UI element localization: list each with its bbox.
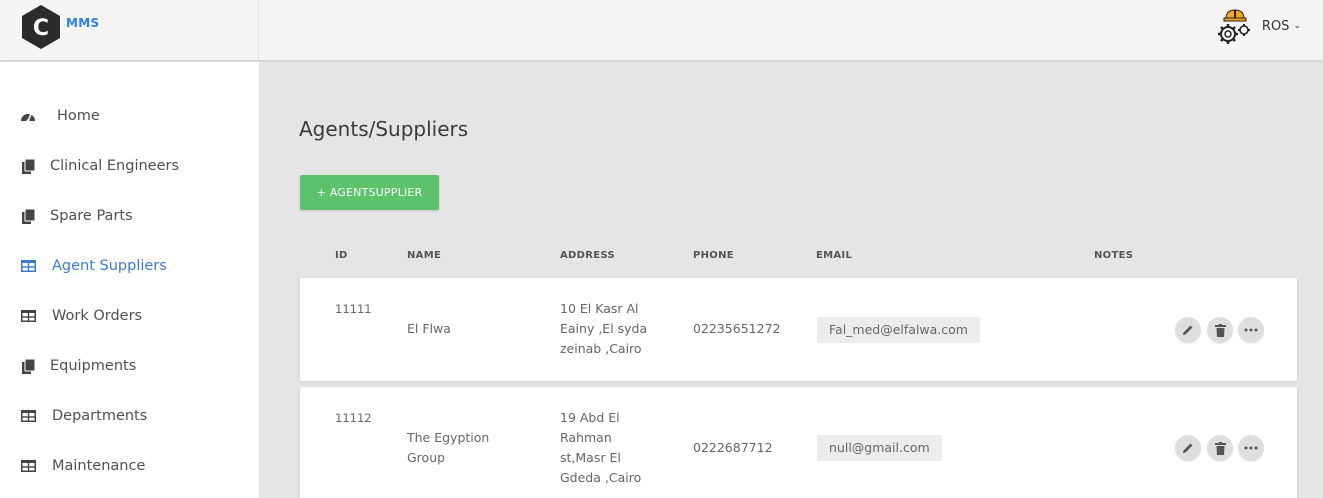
copy-icon [20,358,36,374]
sidebar-item-label: Equipments [50,358,137,374]
sidebar-item-home[interactable]: Home [0,96,259,136]
sidebar-item-label: Departments [52,408,148,424]
sidebar-item-label: Maintenance [52,458,146,474]
chevron-down-icon: ⌄ [1293,21,1301,31]
table-row[interactable]: 11111 El Flwa 10 El Kasr Al Eainy ,El sy… [300,278,1297,381]
address-line: Rahman [560,430,612,445]
edit-button[interactable] [1175,435,1201,461]
sidebar-item-label: Clinical Engineers [50,158,180,174]
more-options-button[interactable] [1238,317,1264,343]
cell-phone: 0222687712 [693,440,773,455]
cell-name: El Flwa [407,321,451,336]
sidebar-item-clinical-engineers[interactable]: Clinical Engineers [0,146,259,186]
table-icon [20,258,36,274]
engineer-gears-icon [1217,9,1250,44]
user-name: ROS [1261,18,1290,34]
sidebar-item-maintenance[interactable]: Maintenance [0,446,259,486]
sidebar-item-agent-suppliers[interactable]: Agent Suppliers [0,246,259,286]
address-line: zeinab ,Cairo [560,341,642,356]
cell-email[interactable]: Fal_med@elfalwa.com [817,317,980,343]
table-icon [20,458,36,474]
cell-phone: 02235651272 [693,321,781,336]
logo-area[interactable]: C MMS [0,0,259,60]
cell-name: The Egyption Group [407,428,489,468]
address-line: st,Masr El [560,450,621,465]
column-header-phone[interactable]: PHONE [693,250,734,261]
sidebar-item-spare-parts[interactable]: Spare Parts [0,196,259,236]
cell-address: 10 El Kasr Al Eainy ,El syda zeinab ,Cai… [560,299,647,359]
copy-icon [20,158,36,174]
pencil-icon [1183,443,1193,453]
sidebar-item-label: Spare Parts [50,208,133,224]
more-horizontal-icon [1244,446,1258,450]
trash-icon [1214,441,1226,455]
more-horizontal-icon [1244,328,1258,332]
cell-id: 11112 [335,411,372,425]
name-line: The Egyption [407,430,490,445]
column-header-id[interactable]: ID [335,250,348,261]
add-agent-supplier-button[interactable]: + AGENTSUPPLIER [300,175,439,210]
sidebar-item-label: Agent Suppliers [52,258,167,274]
sidebar-item-label: Home [57,108,100,124]
cell-id: 11111 [335,302,372,316]
address-line: 10 El Kasr Al [560,301,639,316]
logo-hexagon-icon: C [22,5,60,49]
name-line: Group [407,450,446,465]
trash-icon [1214,323,1226,337]
sidebar-item-departments[interactable]: Departments [0,396,259,436]
delete-button[interactable] [1207,435,1233,461]
logo-letter: C [33,16,49,41]
sidebar-item-label: Work Orders [52,308,143,324]
address-line: Eainy ,El syda [560,321,648,336]
column-header-name[interactable]: NAME [407,250,441,261]
cell-email[interactable]: null@gmail.com [817,435,942,461]
column-header-address[interactable]: ADDRESS [560,250,615,261]
column-header-notes[interactable]: NOTES [1094,250,1133,261]
page-title: Agents/Suppliers [299,117,469,141]
cell-address: 19 Abd El Rahman st,Masr El Gdeda ,Cairo [560,408,641,488]
user-menu[interactable]: ROS ⌄ [1214,6,1301,46]
top-bar: C MMS ROS ⌄ [0,0,1323,60]
column-header-email[interactable]: EMAIL [816,250,852,261]
logo-text: MMS [66,16,100,30]
more-options-button[interactable] [1238,435,1264,461]
table-icon [20,308,36,324]
delete-button[interactable] [1207,317,1233,343]
sidebar: Home Clinical Engineers Spare Parts Agen… [0,62,259,498]
table-row[interactable]: 11112 The Egyption Group 19 Abd El Rahma… [300,387,1297,498]
copy-icon [20,208,36,224]
address-line: Gdeda ,Cairo [560,470,642,485]
sidebar-item-equipments[interactable]: Equipments [0,346,259,386]
sidebar-item-work-orders[interactable]: Work Orders [0,296,259,336]
dashboard-icon [20,108,36,124]
address-line: 19 Abd El [560,410,620,425]
pencil-icon [1183,325,1193,335]
table-icon [20,408,36,424]
edit-button[interactable] [1175,317,1201,343]
